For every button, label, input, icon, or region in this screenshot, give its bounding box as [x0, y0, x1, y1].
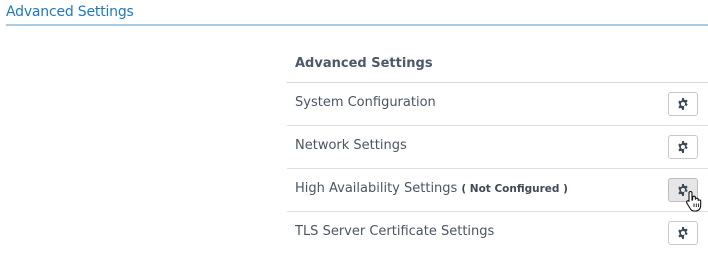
setting-label-text: System Configuration [295, 95, 436, 110]
system-configuration-settings-button[interactable] [668, 92, 698, 116]
header-divider [6, 24, 708, 26]
setting-label-network-settings: Network Settings [295, 138, 407, 153]
page-title: Advanced Settings [6, 4, 134, 20]
advanced-settings-panel: Advanced Settings System Configuration N… [287, 40, 708, 254]
tls-server-certificate-settings-button[interactable] [668, 221, 698, 245]
setting-row-high-availability: High Availability Settings( Not Configur… [287, 169, 708, 212]
gear-icon [678, 184, 688, 196]
setting-label-system-configuration: System Configuration [295, 95, 436, 110]
setting-row-tls-server-certificate: TLS Server Certificate Settings [287, 212, 708, 254]
panel-title: Advanced Settings [287, 40, 708, 83]
page-header: Advanced Settings [6, 0, 708, 26]
setting-label-tls-server-certificate: TLS Server Certificate Settings [295, 224, 494, 239]
setting-label-text: High Availability Settings [295, 181, 458, 196]
network-settings-button[interactable] [668, 135, 698, 159]
setting-label-text: TLS Server Certificate Settings [295, 224, 495, 239]
setting-label-text: Network Settings [295, 138, 407, 153]
status-note-not-configured: ( Not Configured ) [461, 183, 568, 195]
gear-icon [678, 141, 688, 153]
setting-row-system-configuration: System Configuration [287, 83, 708, 126]
gear-icon [678, 227, 688, 239]
setting-label-high-availability: High Availability Settings( Not Configur… [295, 181, 568, 196]
setting-row-network-settings: Network Settings [287, 126, 708, 169]
high-availability-settings-button[interactable] [668, 178, 698, 202]
gear-icon [678, 98, 688, 110]
